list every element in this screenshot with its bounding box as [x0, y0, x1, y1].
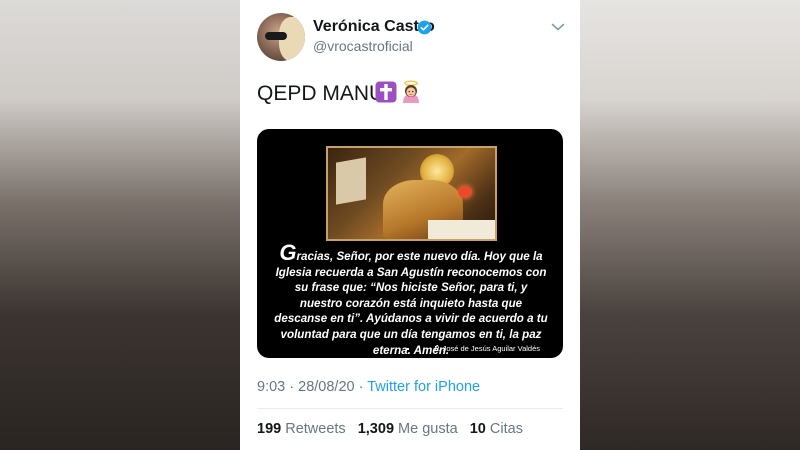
user-handle[interactable]: @vrocastroficial — [313, 38, 413, 54]
media-quote: Gracias, Señor, por este nuevo día. Hoy … — [273, 242, 549, 358]
tweet-stats: 199 Retweets 1,309 Me gusta 10 Citas — [257, 421, 523, 437]
meta-separator-2: · — [358, 379, 364, 395]
tweet-meta: 9:03 · 28/08/20 · Twitter for iPhone — [257, 379, 480, 395]
angel-emoji-icon — [403, 80, 419, 103]
avatar[interactable] — [257, 13, 305, 61]
divider — [257, 408, 563, 409]
likes-label: Me gusta — [398, 421, 458, 437]
tweet-text: QEPD MANU — [257, 82, 385, 105]
tweet-source-link[interactable]: Twitter for iPhone — [367, 379, 480, 395]
quotes-label: Citas — [489, 421, 523, 437]
likes-stat[interactable]: 1,309 Me gusta — [358, 421, 458, 437]
tweet-media-image[interactable]: Gracias, Señor, por este nuevo día. Hoy … — [257, 129, 563, 358]
retweets-label: Retweets — [285, 421, 346, 437]
verified-badge-icon — [417, 20, 432, 35]
media-credit: P. José de Jesús Aguilar Valdés — [434, 344, 540, 353]
quotes-stat[interactable]: 10 Citas — [470, 421, 523, 437]
saint-augustine-painting — [326, 146, 497, 241]
avatar-glasses — [265, 32, 287, 40]
background-right — [580, 0, 800, 450]
quotes-count: 10 — [469, 421, 486, 437]
latin-cross-emoji-icon — [375, 81, 397, 103]
quote-dropcap: G — [279, 240, 297, 265]
painting-desk — [428, 220, 495, 239]
meta-separator: · — [289, 379, 295, 395]
painting-book — [336, 157, 366, 205]
tweet-card: Verónica Castro @vrocastroficial QEPD MA… — [240, 0, 580, 450]
chevron-down-icon[interactable] — [551, 22, 565, 32]
background-left — [0, 0, 240, 450]
quote-text: racias, Señor, por este nuevo día. Hoy q… — [274, 250, 548, 357]
media-dot — [407, 348, 409, 350]
tweet-time[interactable]: 9:03 — [257, 379, 285, 395]
retweets-count: 199 — [257, 421, 282, 437]
tweet-date[interactable]: 28/08/20 — [298, 379, 354, 395]
retweets-stat[interactable]: 199 Retweets — [257, 421, 346, 437]
painting-flaming-heart — [458, 186, 472, 198]
likes-count: 1,309 — [357, 421, 395, 437]
